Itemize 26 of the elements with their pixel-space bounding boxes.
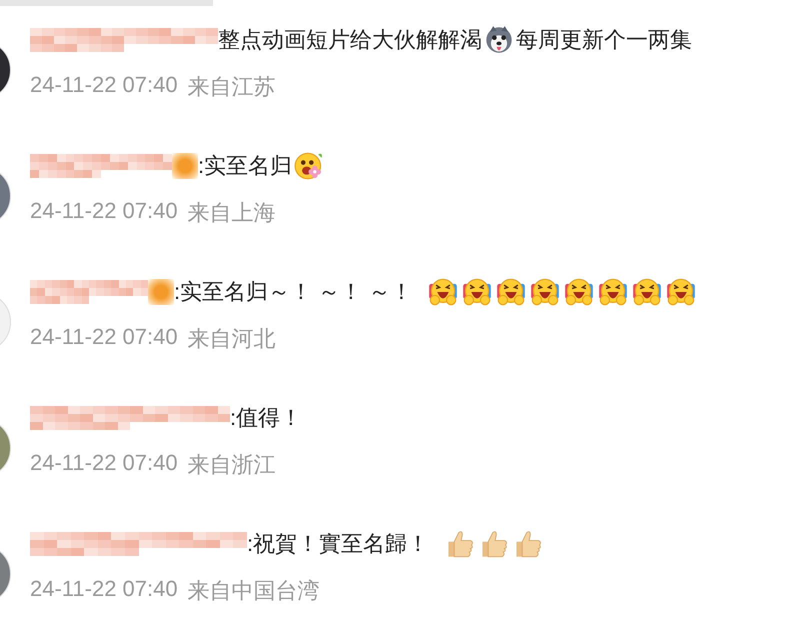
location-text: 来自河北: [188, 325, 276, 353]
timestamp: 24-11-22 07:40: [30, 576, 178, 603]
location-text: 来自江苏: [188, 73, 276, 101]
comment-text: 每周更新个一两集: [516, 26, 692, 54]
laughing-face-icon: [428, 277, 458, 307]
laughing-face-icon: [666, 277, 696, 307]
timestamp: 24-11-22 07:40: [30, 450, 178, 477]
smiley-flower-icon: [294, 151, 324, 181]
location-text: 来自中国台湾: [188, 577, 320, 605]
location-text: 来自上海: [188, 199, 276, 227]
timestamp: 24-11-22 07:40: [30, 324, 178, 351]
timestamp: 24-11-22 07:40: [30, 198, 178, 225]
comment-text: :值得！: [230, 404, 302, 432]
comment-text: :祝賀！實至名歸！: [247, 530, 430, 558]
timestamp: 24-11-22 07:40: [30, 72, 178, 99]
laughing-face-icon: [462, 277, 492, 307]
dog-face-icon: [484, 25, 514, 55]
laughing-face-icon: [564, 277, 594, 307]
location-text: 来自浙江: [188, 451, 276, 479]
laughing-face-icon: [496, 277, 526, 307]
comment-text: :实至名归: [198, 152, 292, 180]
comment-text: 整点动画短片给大伙解解渴: [218, 26, 482, 54]
laughing-face-icon: [632, 277, 662, 307]
comment-text: :实至名归～！ ～！ ～！: [174, 278, 412, 306]
laughing-face-icon: [530, 277, 560, 307]
laughing-face-icon: [598, 277, 628, 307]
